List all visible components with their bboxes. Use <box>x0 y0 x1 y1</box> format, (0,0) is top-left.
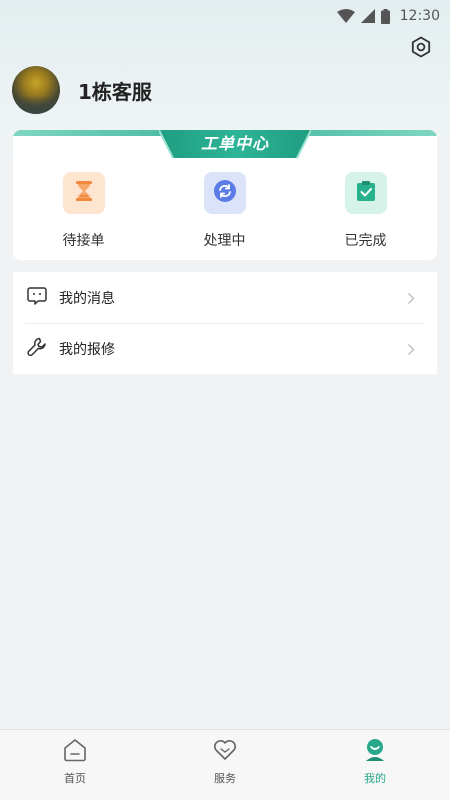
pending-icon-box <box>62 172 105 214</box>
tab-service-label: 服务 <box>214 772 236 785</box>
menu-item-messages[interactable]: 我的消息 <box>13 272 437 323</box>
work-order-title: 工单中心 <box>200 134 269 153</box>
status-time: 12:30 <box>399 8 440 24</box>
menu-list: 我的消息 我的报修 <box>13 272 437 374</box>
order-completed[interactable]: 已完成 <box>295 172 436 250</box>
signal-icon <box>360 9 375 23</box>
completed-label: 已完成 <box>344 233 387 249</box>
tab-mine-label: 我的 <box>364 772 386 785</box>
avatar[interactable] <box>12 66 60 114</box>
chevron-right-icon <box>407 290 415 309</box>
chevron-right-icon <box>407 341 415 360</box>
mine-screen: 12:30 1栋客服 工单中心 待接单 处理中 已完成 我的消息 我的报修 首页… <box>0 0 450 800</box>
battery-icon <box>380 8 390 24</box>
work-order-card: 工单中心 待接单 处理中 已完成 <box>13 130 437 260</box>
completed-icon-box <box>344 172 387 214</box>
pending-label: 待接单 <box>62 233 105 249</box>
order-processing[interactable]: 处理中 <box>154 172 295 250</box>
tab-service[interactable]: 服务 <box>150 730 300 800</box>
profile-name: 1栋客服 <box>78 79 152 104</box>
menu-item-repairs-label: 我的报修 <box>59 341 115 358</box>
heart-icon <box>212 738 238 766</box>
user-icon <box>362 738 388 766</box>
profile-header: 1栋客服 <box>12 66 152 114</box>
tab-home[interactable]: 首页 <box>0 730 150 800</box>
refresh-icon <box>213 179 237 207</box>
wifi-icon <box>336 9 355 23</box>
wrench-icon <box>27 337 47 361</box>
work-order-items: 待接单 处理中 已完成 <box>13 172 437 250</box>
order-pending[interactable]: 待接单 <box>13 172 154 250</box>
tab-home-label: 首页 <box>64 772 86 785</box>
bottom-tab-bar: 首页 服务 我的 <box>0 729 450 800</box>
message-icon <box>27 286 47 310</box>
menu-item-messages-label: 我的消息 <box>59 290 115 307</box>
menu-item-repairs[interactable]: 我的报修 <box>13 323 437 374</box>
settings-button[interactable] <box>408 36 434 62</box>
clipboard-check-icon <box>356 180 376 206</box>
processing-label: 处理中 <box>203 233 246 249</box>
settings-icon <box>410 36 432 62</box>
processing-icon-box <box>203 172 246 214</box>
hourglass-icon <box>74 180 94 206</box>
home-icon <box>62 738 88 766</box>
tab-mine[interactable]: 我的 <box>300 730 450 800</box>
status-bar: 12:30 <box>0 0 450 32</box>
